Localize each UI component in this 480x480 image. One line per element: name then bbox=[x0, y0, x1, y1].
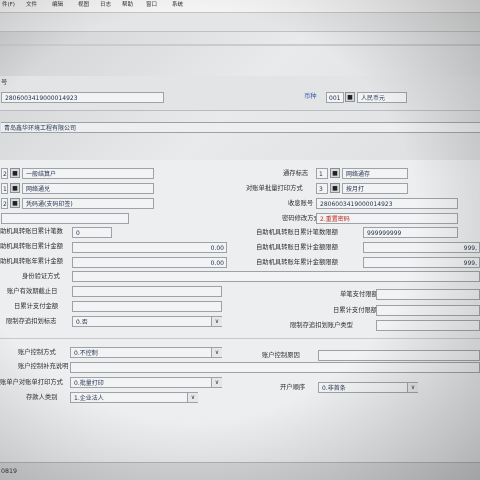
restrict-flag-label: 限制存追扣划标志 bbox=[6, 318, 57, 325]
print-mode-field: 按月打 bbox=[342, 183, 408, 194]
receipt-account-field[interactable]: 2806003419000014923 bbox=[316, 198, 458, 209]
transfer-flag-lookup-button[interactable]: ■ bbox=[330, 168, 340, 178]
depositor-type-select[interactable]: 1.企业法人 bbox=[70, 392, 198, 403]
limit-year-amount-label: 助机具转账年累计金额 bbox=[0, 258, 63, 265]
chevron-down-icon[interactable]: ∨ bbox=[211, 317, 222, 326]
menu-item-8[interactable]: 系统 bbox=[172, 1, 183, 10]
limit-count-field: 0 bbox=[72, 227, 112, 238]
open-order-select[interactable]: 0.非首条 bbox=[318, 382, 418, 393]
status-bar bbox=[0, 462, 480, 480]
verify-method-label: 身份验证方式 bbox=[22, 273, 60, 280]
limit-day-amount-max-field[interactable]: 999, bbox=[363, 242, 480, 253]
menu-item-file[interactable]: 件(F) bbox=[2, 1, 15, 10]
withdraw-flag-code[interactable]: 1 bbox=[1, 183, 8, 194]
limit-day-amount-max-label: 自助机具转账日累计金额限额 bbox=[256, 244, 338, 251]
restrict-type-label: 限制存追扣划账户类型 bbox=[290, 322, 353, 329]
limit-year-amount-max-field[interactable]: 999, bbox=[363, 257, 480, 268]
currency-label: 币种 bbox=[304, 93, 317, 100]
receipt-account-label: 收息账号 bbox=[288, 200, 314, 207]
auth-method-field: 凭码通(支码印签) bbox=[22, 198, 154, 209]
transfer-flag-label: 通存标志 bbox=[283, 170, 309, 177]
chevron-down-icon[interactable]: ∨ bbox=[211, 348, 222, 357]
password-change-field[interactable]: 2.重置密码 bbox=[316, 213, 458, 224]
expiry-date-field[interactable] bbox=[72, 286, 222, 297]
statement-print-select[interactable]: 0.批量打印 bbox=[70, 377, 222, 388]
account-type-code[interactable]: 2 bbox=[1, 168, 8, 179]
menu-item-2[interactable]: 文件 bbox=[26, 1, 37, 10]
control-note-field[interactable] bbox=[70, 362, 480, 373]
password-change-label: 密码修改方式 bbox=[282, 215, 320, 222]
single-limit-label: 单笔支付限额 bbox=[340, 291, 378, 298]
menu-item-5[interactable]: 日志 bbox=[100, 1, 111, 10]
currency-code-field[interactable]: 001 bbox=[326, 92, 344, 103]
restrict-flag-select[interactable]: 0.否 bbox=[72, 316, 222, 327]
depositor-type-label: 存款人类别 bbox=[26, 394, 58, 401]
limit-count-max-label: 自助机具转账日累计笔数限额 bbox=[256, 229, 338, 236]
menu-bar bbox=[0, 0, 480, 13]
daily-limit-field[interactable] bbox=[376, 305, 480, 316]
print-mode-lookup-button[interactable]: ■ bbox=[330, 183, 340, 193]
account-type-lookup-button[interactable]: ■ bbox=[10, 168, 20, 178]
account-number-field[interactable]: 2806003419000014923 bbox=[1, 92, 164, 103]
chevron-down-icon[interactable]: ∨ bbox=[187, 393, 198, 402]
transfer-flag-code[interactable]: 1 bbox=[316, 168, 328, 179]
toolbar bbox=[0, 13, 480, 32]
withdraw-flag-lookup-button[interactable]: ■ bbox=[10, 183, 20, 193]
control-method-select[interactable]: 0.不控制 bbox=[70, 347, 222, 358]
menu-item-3[interactable]: 编辑 bbox=[52, 1, 63, 10]
limit-year-amount-max-label: 自助机具转账年累计金额限额 bbox=[256, 259, 338, 266]
teller-application-window: 件(F) 文件 编辑 视图 日志 帮助 窗口 系统 号 280600341900… bbox=[0, 0, 480, 480]
statement-print-label: 账单户对账单打印方式 bbox=[0, 379, 63, 386]
currency-name-field: 人民币元 bbox=[357, 92, 407, 103]
daily-amount-label: 日累计支付金额 bbox=[14, 303, 59, 310]
menu-item-6[interactable]: 帮助 bbox=[122, 1, 133, 10]
chevron-down-icon[interactable]: ∨ bbox=[211, 378, 222, 387]
auth-method-code[interactable]: 2 bbox=[1, 198, 8, 209]
menu-item-4[interactable]: 视图 bbox=[78, 1, 89, 10]
print-mode-label: 对账单批量打印方式 bbox=[246, 185, 303, 192]
menu-item-7[interactable]: 窗口 bbox=[146, 1, 157, 10]
print-mode-code[interactable]: 3 bbox=[316, 183, 328, 194]
limit-day-amount-field: 0.00 bbox=[72, 242, 227, 253]
limit-day-amount-label: 助机具转账日累计金额 bbox=[0, 243, 63, 250]
account-type-field: 一般结算户 bbox=[22, 168, 154, 179]
limit-count-max-field[interactable]: 999999999 bbox=[363, 227, 458, 238]
section-divider bbox=[0, 44, 480, 46]
limit-year-amount-field: 0.00 bbox=[72, 257, 227, 268]
withdraw-flag-field: 网络通兑 bbox=[22, 183, 154, 194]
currency-lookup-button[interactable]: ■ bbox=[345, 92, 355, 102]
open-order-label: 开户顺序 bbox=[280, 384, 306, 391]
transfer-flag-field: 网络通存 bbox=[342, 168, 408, 179]
expiry-date-label: 账户有效期截止日 bbox=[7, 288, 58, 295]
left-extra-field[interactable] bbox=[1, 213, 129, 224]
daily-amount-field bbox=[72, 301, 222, 312]
daily-limit-label: 日累计支付限额 bbox=[333, 307, 378, 314]
restrict-type-field[interactable] bbox=[376, 320, 480, 331]
status-fragment: 0819 bbox=[1, 468, 18, 475]
customer-name-field: 青岛鑫华环境工程有限公司 bbox=[1, 122, 480, 133]
control-note-label: 账户控制补充说明 bbox=[18, 363, 69, 370]
lower-divider bbox=[0, 338, 480, 339]
control-method-label: 账户控制方式 bbox=[18, 349, 56, 356]
verify-method-field[interactable] bbox=[72, 271, 480, 282]
auth-method-lookup-button[interactable]: ■ bbox=[10, 198, 20, 208]
control-reason-field[interactable] bbox=[318, 350, 480, 361]
header-label-fragment: 号 bbox=[1, 79, 8, 86]
chevron-down-icon[interactable]: ∨ bbox=[407, 383, 418, 392]
control-reason-label: 账户控制原因 bbox=[262, 352, 300, 359]
single-limit-field[interactable] bbox=[376, 289, 480, 300]
limit-count-label: 助机具转账日累计笔数 bbox=[0, 228, 63, 235]
